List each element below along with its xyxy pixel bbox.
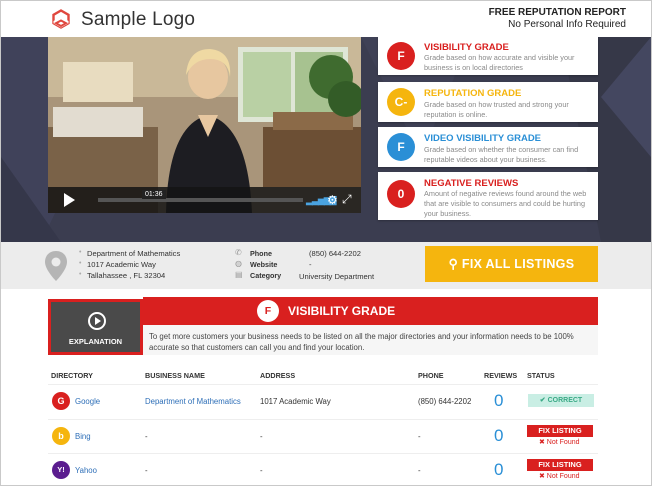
bullet-icon: • xyxy=(79,249,82,256)
fix-listing-button[interactable]: FIX LISTING xyxy=(527,425,593,437)
location-icon: ⚲ xyxy=(448,257,459,271)
phone-label: Phone xyxy=(250,249,272,258)
grade-description: Grade based on how accurate and visible … xyxy=(424,53,575,72)
globe-icon: ◍ xyxy=(235,259,242,268)
video-progress-bar[interactable]: 01:36 xyxy=(98,190,303,202)
grade-card-negative-reviews: 0 NEGATIVE REVIEWS Amount of negative re… xyxy=(378,172,598,220)
fix-listing-button[interactable]: FIX LISTING xyxy=(527,459,593,471)
divider xyxy=(48,384,598,385)
not-found-label: ✖ Not Found xyxy=(539,439,580,446)
status-badge-correct: ✔ CORRECT xyxy=(528,394,594,407)
directory-link-bing[interactable]: Bing xyxy=(75,432,91,441)
play-icon[interactable] xyxy=(64,193,75,207)
reviews-count: 0 xyxy=(494,391,504,410)
bullet-icon: • xyxy=(79,271,82,278)
directory-link-google[interactable]: Google xyxy=(75,397,100,406)
column-header-reviews: REVIEWS xyxy=(484,371,518,380)
grade-description: Grade based on how trusted and strong yo… xyxy=(424,100,569,119)
grade-card-video-visibility: F VIDEO VISIBILITY GRADE Grade based on … xyxy=(378,127,598,167)
grade-card-visibility: F VISIBILITY GRADE Grade based on how ac… xyxy=(378,37,598,75)
banner-title: VISIBILITY GRADE xyxy=(288,304,396,318)
business-name-cell: - xyxy=(145,466,148,475)
thumbnail-label: EXPLANATION xyxy=(68,337,123,346)
column-header-business-name: BUSINESS NAME xyxy=(145,371,205,380)
header: Sample Logo FREE REPUTATION REPORT No Pe… xyxy=(1,1,651,37)
column-header-address: ADDRESS xyxy=(260,371,296,380)
play-icon xyxy=(88,312,106,330)
column-header-phone: PHONE xyxy=(418,371,444,380)
business-info: • Department of Mathematics • 1017 Acade… xyxy=(1,242,651,289)
grade-card-reputation: C- REPUTATION GRADE Grade based on how t… xyxy=(378,82,598,122)
divider xyxy=(48,453,598,454)
address-line-2: 1017 Academic Way xyxy=(87,260,156,269)
column-header-status: STATUS xyxy=(527,371,555,380)
phone-cell: - xyxy=(418,432,421,441)
address-line-1: Department of Mathematics xyxy=(87,249,181,258)
phone-icon: ✆ xyxy=(235,248,242,257)
fix-all-label: FIX ALL LISTINGS xyxy=(461,257,575,271)
grade-title: VIDEO VISIBILITY GRADE xyxy=(424,133,542,144)
fix-all-listings-button[interactable]: ⚲ FIX ALL LISTINGS xyxy=(425,246,598,282)
phone-value: (850) 644-2202 xyxy=(309,249,361,258)
category-value: University Department xyxy=(299,272,375,281)
hero-band: 01:36 ▂▃▅▆▇ ⚙ ⤢ F VISIBILITY GRADE Grade… xyxy=(1,37,651,242)
column-header-directory: DIRECTORY xyxy=(51,371,93,380)
bing-icon: b xyxy=(52,427,70,445)
reviews-count: 0 xyxy=(494,460,504,479)
grade-description: Amount of negative reviews found around … xyxy=(424,189,587,218)
video-controls: 01:36 ▂▃▅▆▇ ⚙ ⤢ xyxy=(48,187,361,213)
hexagon-logo-icon xyxy=(52,9,70,29)
grade-circle: 0 xyxy=(387,180,415,208)
not-found-label: ✖ Not Found xyxy=(539,473,580,480)
business-name-link[interactable]: Department of Mathematics xyxy=(145,397,241,406)
phone-cell: (850) 644-2202 xyxy=(418,397,472,406)
address-cell: - xyxy=(260,432,263,441)
grade-title: VISIBILITY GRADE xyxy=(424,42,509,53)
report-subtitle: No Personal Info Required xyxy=(508,19,626,30)
divider xyxy=(48,419,598,420)
address-cell: - xyxy=(260,466,263,475)
yahoo-icon: Y! xyxy=(52,461,70,479)
category-label: Category xyxy=(250,271,282,280)
fullscreen-icon[interactable]: ⤢ xyxy=(342,192,352,207)
grade-title: REPUTATION GRADE xyxy=(424,88,522,99)
gear-icon[interactable]: ⚙ xyxy=(327,193,338,207)
business-name-cell: - xyxy=(145,432,148,441)
grade-title: NEGATIVE REVIEWS xyxy=(424,178,519,189)
visibility-grade-banner: F VISIBILITY GRADE xyxy=(143,297,598,325)
website-label: Website xyxy=(250,260,278,269)
report-title: FREE REPUTATION REPORT xyxy=(488,7,626,18)
grade-circle: F xyxy=(387,133,415,161)
address-cell: 1017 Academic Way xyxy=(260,397,331,406)
address-line-3: Tallahassee , FL 32304 xyxy=(87,271,166,280)
category-icon: ▤ xyxy=(235,270,243,279)
logo-text: Sample Logo xyxy=(81,9,196,30)
google-icon: G xyxy=(52,392,70,410)
explanation-video-thumbnail[interactable]: EXPLANATION xyxy=(48,299,143,355)
directory-link-yahoo[interactable]: Yahoo xyxy=(75,466,97,475)
reviews-count: 0 xyxy=(494,426,504,445)
video-time: 01:36 xyxy=(142,190,166,199)
grade-description: Grade based on whether the consumer can … xyxy=(424,145,579,164)
grade-circle: C- xyxy=(387,88,415,116)
phone-cell: - xyxy=(418,466,421,475)
grade-circle: F xyxy=(387,42,415,70)
bullet-icon: • xyxy=(79,260,82,267)
visibility-description: To get more customers your business need… xyxy=(143,325,598,355)
report-page: Sample Logo FREE REPUTATION REPORT No Pe… xyxy=(0,0,652,486)
map-pin-icon xyxy=(45,251,67,281)
banner-grade-circle: F xyxy=(257,300,279,322)
website-value: - xyxy=(309,260,312,269)
